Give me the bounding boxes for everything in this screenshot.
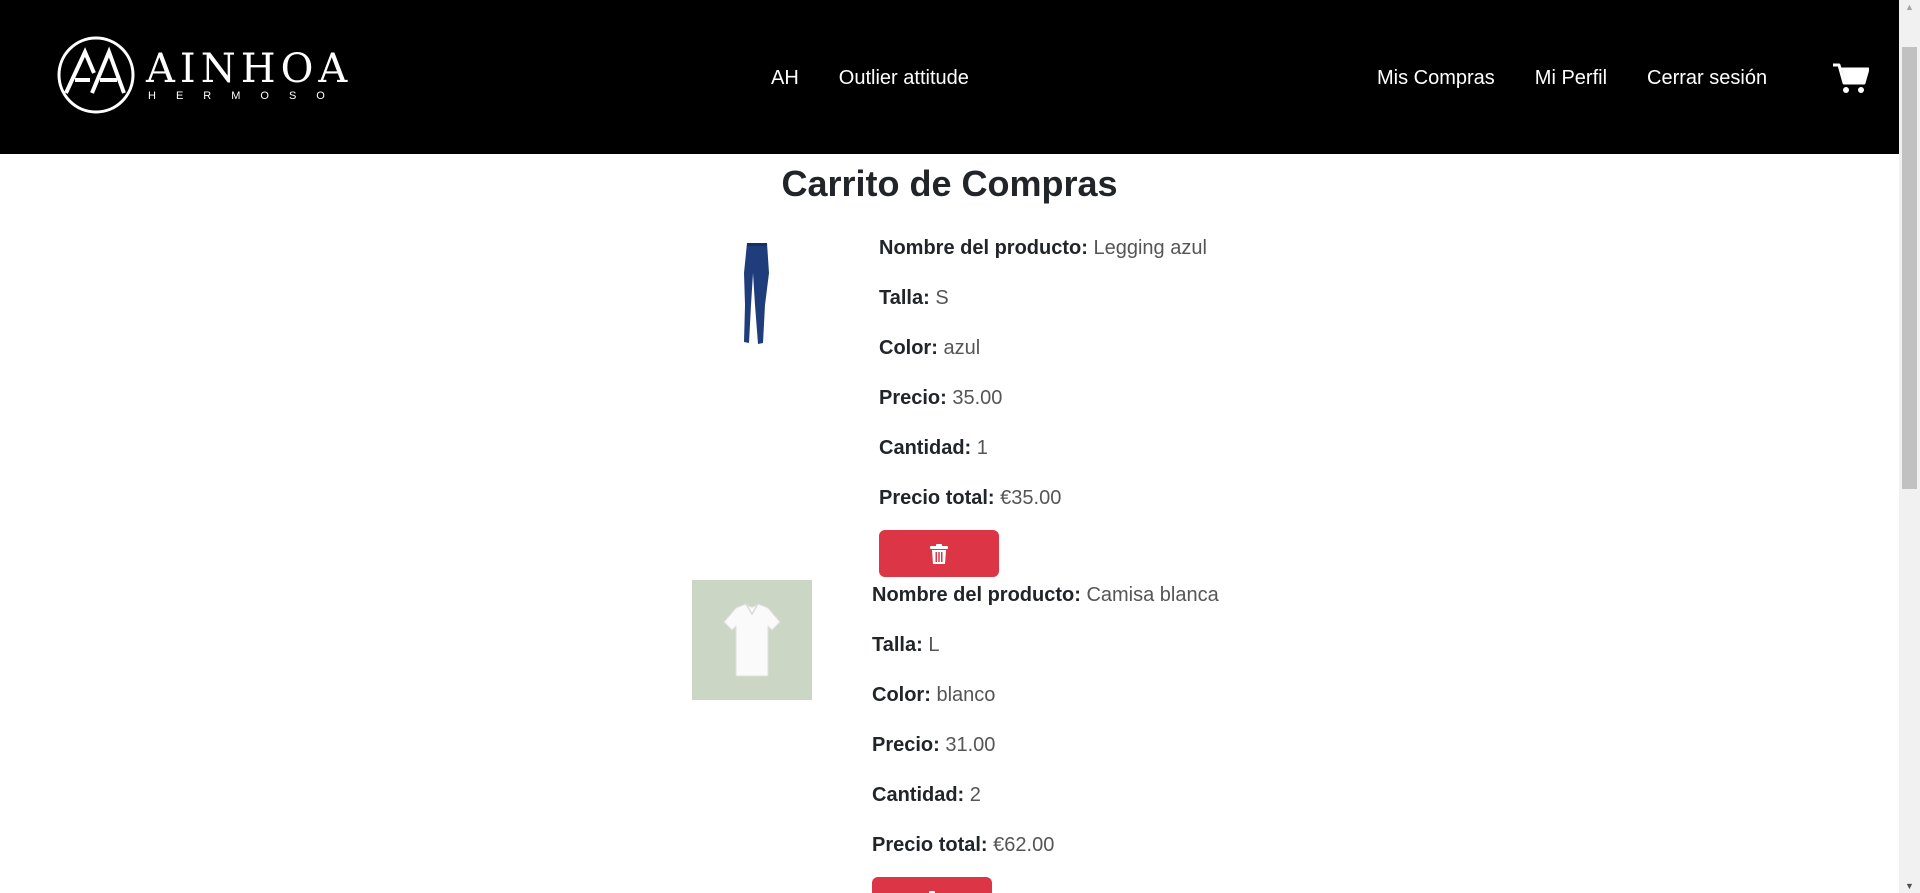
trash-icon [930, 543, 948, 564]
logo-text: AINHOA HERMOSO [146, 48, 352, 102]
brand-name: AINHOA [146, 46, 353, 92]
scrollbar-thumb[interactable] [1902, 47, 1917, 489]
delete-item-button[interactable] [879, 530, 999, 577]
product-details: Nombre del producto: Legging azul Talla:… [879, 233, 1207, 577]
navbar: AINHOA HERMOSO AH Outlier attitude Mis C… [0, 0, 1899, 154]
scroll-up-arrow-icon[interactable]: ▲ [1905, 2, 1914, 12]
shirt-image-icon [723, 603, 781, 677]
field-color: Color: blanco [872, 684, 996, 706]
legging-image-icon [744, 243, 769, 344]
field-name: Nombre del producto: Camisa blanca [872, 584, 1219, 606]
field-total: Precio total: €62.00 [872, 834, 1055, 856]
field-color: Color: azul [879, 337, 981, 359]
brand-logo[interactable]: AINHOA HERMOSO [56, 35, 352, 115]
nav-left: AH Outlier attitude [771, 63, 969, 93]
cart-button[interactable] [1833, 62, 1870, 94]
nav-link-mi-perfil[interactable]: Mi Perfil [1535, 63, 1607, 93]
field-price: Precio: 35.00 [879, 387, 1003, 409]
logo-mark-icon [57, 36, 135, 114]
nav-right: Mis Compras Mi Perfil Cerrar sesión [1377, 63, 1767, 93]
nav-link-cerrar-sesion[interactable]: Cerrar sesión [1647, 63, 1767, 93]
field-price: Precio: 31.00 [872, 734, 996, 756]
field-name: Nombre del producto: Legging azul [879, 237, 1207, 259]
product-image-shirt [692, 580, 812, 700]
nav-link-mis-compras[interactable]: Mis Compras [1377, 63, 1495, 93]
scroll-down-arrow-icon[interactable]: ▼ [1905, 881, 1914, 891]
page-title: Carrito de Compras [781, 163, 1118, 204]
nav-link-ah[interactable]: AH [771, 63, 799, 93]
field-size: Talla: S [879, 287, 949, 309]
product-image-legging [695, 233, 815, 353]
field-size: Talla: L [872, 634, 940, 656]
field-quantity: Cantidad: 2 [872, 784, 981, 806]
field-total: Precio total: €35.00 [879, 487, 1062, 509]
field-quantity: Cantidad: 1 [879, 437, 988, 459]
nav-link-outlier-attitude[interactable]: Outlier attitude [839, 63, 969, 93]
scrollbar[interactable]: ▲ ▼ [1899, 0, 1920, 893]
delete-item-button[interactable] [872, 877, 992, 893]
shopping-cart-icon [1833, 63, 1870, 93]
product-details: Nombre del producto: Camisa blanca Talla… [872, 580, 1219, 893]
brand-subtitle: HERMOSO [148, 90, 345, 102]
